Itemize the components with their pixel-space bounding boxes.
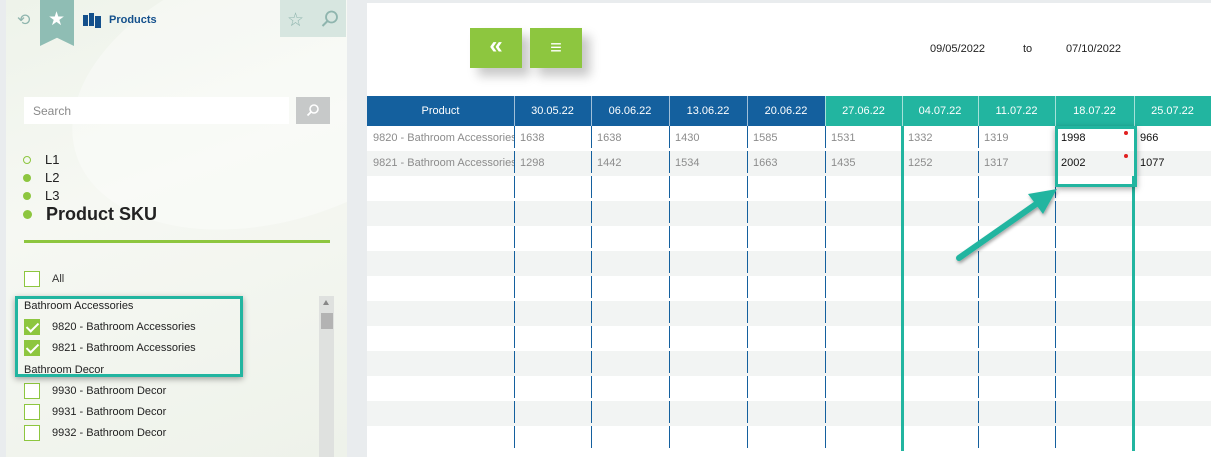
panel-title: Products [109, 14, 157, 26]
scroll-thumb[interactable] [321, 313, 333, 329]
level-l1[interactable]: L1 [23, 152, 59, 167]
select-all-label: All [52, 273, 65, 285]
list-item[interactable]: 9930 - Bathroom Decor [24, 380, 309, 401]
refresh-icon[interactable]: ⟲ [17, 10, 30, 30]
star-icon: ★ [48, 9, 66, 30]
annotation-arrow [956, 189, 1057, 261]
level-label: L1 [45, 152, 60, 167]
level-divider [24, 240, 330, 243]
list-item-label: 9931 - Bathroom Decor [52, 405, 167, 418]
products-icon [83, 12, 101, 28]
list-item-checkbox[interactable] [24, 424, 40, 441]
list-item-label: 9932 - Bathroom Decor [52, 426, 167, 439]
level-label: L2 [45, 170, 60, 185]
list-item[interactable]: 9931 - Bathroom Decor [24, 401, 309, 422]
level-l2[interactable]: L2 [23, 170, 59, 185]
level-label: Product SKU [46, 204, 158, 224]
scroll-up-icon[interactable] [323, 300, 329, 305]
list-item-label: 9930 - Bathroom Decor [52, 384, 167, 397]
select-all-checkbox[interactable] [24, 271, 40, 287]
list-scrollbar[interactable] [319, 296, 334, 457]
level-dot [23, 155, 31, 164]
sidebar: ⟲ ★ Products ☆ L1 L2 L3 Product SKU [6, 0, 347, 457]
list-item[interactable]: 9932 - Bathroom Decor [24, 422, 309, 443]
background-swirl [36, 0, 347, 279]
level-dot [23, 191, 31, 200]
highlight-box-selected-items [15, 296, 243, 377]
level-dot [23, 173, 31, 182]
search-icon [306, 104, 319, 117]
level-l3[interactable]: L3 [23, 188, 59, 203]
list-item-checkbox[interactable] [24, 403, 40, 420]
search-icon[interactable] [320, 9, 340, 29]
search-button[interactable] [296, 97, 330, 124]
star-outline-icon[interactable]: ☆ [287, 9, 304, 32]
level-dot [23, 210, 32, 219]
favorites-tab[interactable]: ★ [40, 0, 74, 46]
main-panel: « ≡ 09/05/2022 to 07/10/2022 Product 30.0… [367, 0, 1211, 457]
level-product-sku[interactable]: Product SKU [23, 204, 157, 225]
level-label: L3 [45, 188, 60, 203]
select-all-row[interactable]: All [24, 271, 64, 287]
search-input[interactable] [24, 97, 289, 124]
list-item-checkbox[interactable] [24, 382, 40, 399]
